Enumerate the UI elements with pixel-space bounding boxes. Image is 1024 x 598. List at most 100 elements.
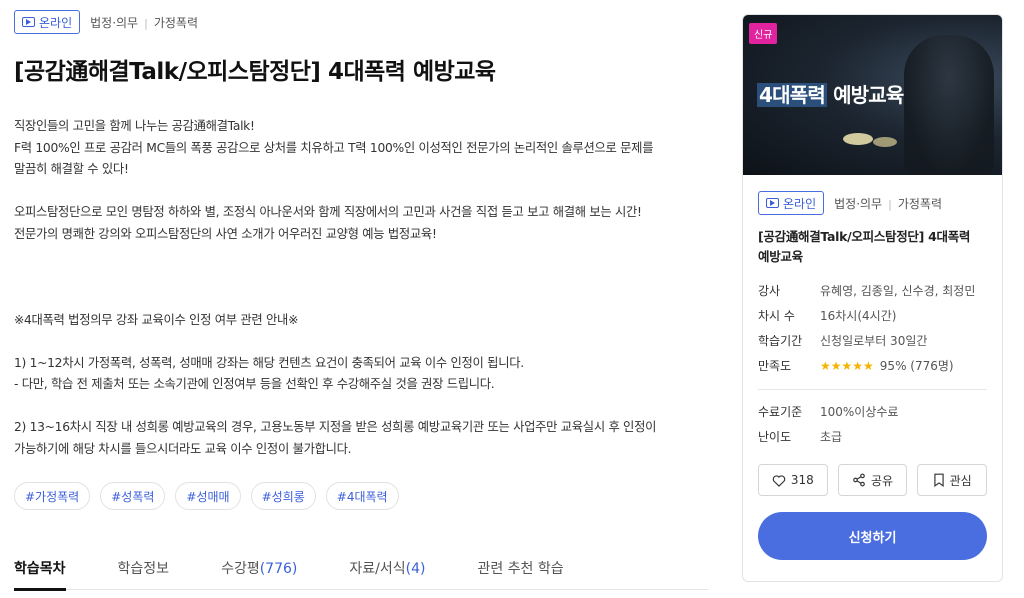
share-button[interactable]: 공유 — [837, 464, 908, 496]
satisfaction-value: 95% (776명) — [879, 359, 954, 373]
share-label: 공유 — [870, 473, 894, 488]
description-line: F력 100%인 프로 공감러 MC들의 폭풍 공감으로 상처를 치유하고 T력… — [14, 140, 654, 155]
detail-tabs: 학습목차 학습정보 수강평(776) 자료/서식(4) 관련 추천 학습 — [14, 548, 708, 591]
breadcrumb-subcategory[interactable]: 가정폭력 — [154, 16, 198, 30]
breadcrumb: 법정·의무 | 가정폭력 — [90, 14, 198, 31]
tag-chip[interactable]: #가정폭력 — [14, 482, 91, 510]
course-meta: 온라인 법정·의무 | 가정폭력 — [14, 10, 198, 34]
tab-label: 자료/서식 — [349, 561, 406, 577]
info-row-satisfaction: 만족도 ★★★★★ 95% (776명) — [758, 354, 987, 379]
info-value: 16차시(4시간) — [820, 309, 897, 323]
info-value: 100%이상수료 — [820, 405, 899, 419]
breadcrumb-subcategory: 가정폭력 — [897, 196, 942, 211]
online-badge-label: 온라인 — [783, 196, 817, 211]
card-body: 온라인 법정·의무 | 가정폭력 [공감通해결Talk/오피스탐정단] 4대폭력 예… — [743, 191, 1002, 560]
info-row-instructor: 강사 유혜영, 김종일, 신수경, 최정민 — [758, 279, 987, 304]
info-value: ★★★★★ 95% (776명) — [820, 354, 954, 379]
bookmark-button[interactable]: 관심 — [917, 464, 988, 496]
play-icon — [766, 198, 779, 208]
tab-label: 관련 추천 학습 — [477, 561, 564, 577]
tab-count: (4) — [405, 561, 426, 577]
card-title: [공감通해결Talk/오피스탐정단] 4대폭력 예방교육 — [758, 227, 987, 267]
info-row-difficulty: 난이도 초급 — [758, 425, 987, 450]
info-value: 유혜영, 김종일, 신수경, 최정민 — [820, 284, 976, 298]
breadcrumb-separator: | — [144, 16, 148, 30]
tag-list: #가정폭력 #성폭력 #성매매 #성희롱 #4대폭력 — [14, 482, 399, 510]
tag-chip[interactable]: #성폭력 — [100, 482, 166, 510]
tab-materials[interactable]: 자료/서식(4) — [349, 548, 425, 590]
online-badge-label: 온라인 — [39, 15, 73, 30]
description-line: 오피스탐정단으로 모인 명탐정 하하와 별, 조정식 아나운서와 함께 직장에서… — [14, 205, 642, 219]
info-row-sessions: 차시 수 16차시(4시간) — [758, 304, 987, 329]
tag-chip[interactable]: #4대폭력 — [325, 482, 399, 510]
tab-related[interactable]: 관련 추천 학습 — [477, 548, 563, 590]
info-key: 차시 수 — [758, 309, 795, 323]
breadcrumb-separator: | — [888, 197, 892, 211]
heart-icon — [772, 474, 786, 487]
course-summary-card: 신규 4대폭력 예방교육 온라인 법정·의무 | 가정폭력 [공감通해결Talk/오… — [742, 14, 1003, 582]
thumbnail-figure — [904, 35, 994, 175]
tag-chip[interactable]: #성매매 — [175, 482, 241, 510]
bookmark-label: 관심 — [949, 473, 972, 488]
breadcrumb-category[interactable]: 법정·의무 — [90, 16, 138, 30]
tab-learning-info[interactable]: 학습정보 — [118, 548, 170, 590]
description-line: ※4대폭력 법정의무 강좌 교육이수 인정 여부 관련 안내※ — [14, 312, 299, 327]
info-row-completion: 수료기준 100%이상수료 — [758, 400, 987, 425]
course-info: 강사 유혜영, 김종일, 신수경, 최정민 차시 수 16차시(4시간) 학습기… — [758, 279, 987, 379]
description-line: 1) 1~12차시 가정폭력, 성폭력, 성매매 강좌는 해당 컨텐츠 요건이 … — [14, 355, 524, 370]
breadcrumb-category: 법정·의무 — [834, 196, 883, 211]
description-line: 가능하기에 해당 차시를 들으시더라도 교육 이수 인정이 불가합니다. — [14, 441, 352, 456]
tab-label: 수강평 — [221, 561, 260, 577]
thumbnail-light — [843, 133, 873, 145]
description-line: 전문가의 명쾌한 강의와 오피스탐정단의 사연 소개가 어우러진 교양형 예능 … — [14, 226, 437, 241]
description-line: 직장인들의 고민을 함께 나누는 공감通해결Talk! — [14, 119, 255, 133]
apply-button[interactable]: 신청하기 — [758, 512, 987, 560]
tab-count: (776) — [259, 561, 298, 577]
tab-label: 학습목차 — [14, 561, 66, 577]
thumbnail-title: 4대폭력 예방교육 — [757, 79, 904, 108]
info-key: 난이도 — [758, 430, 792, 444]
like-button[interactable]: 318 — [758, 464, 828, 496]
tab-reviews[interactable]: 수강평(776) — [221, 548, 297, 590]
description-line: 말끔히 해결할 수 있다! — [14, 162, 129, 176]
divider — [758, 389, 987, 390]
tab-curriculum[interactable]: 학습목차 — [14, 548, 66, 591]
info-key: 수료기준 — [758, 405, 803, 419]
online-badge: 온라인 — [758, 191, 825, 215]
info-key: 만족도 — [758, 359, 792, 373]
description-line: 2) 13~16차시 직장 내 성희롱 예방교육의 경우, 고용노동부 지정을 … — [14, 420, 657, 434]
bookmark-icon — [933, 473, 944, 487]
new-badge: 신규 — [749, 23, 778, 44]
thumbnail-title-rest: 예방교육 — [826, 83, 904, 107]
course-info-secondary: 수료기준 100%이상수료 난이도 초급 — [758, 400, 987, 450]
course-description: 직장인들의 고민을 함께 나누는 공감通해결Talk! F력 100%인 프로 … — [14, 116, 714, 460]
info-row-period: 학습기간 신청일로부터 30일간 — [758, 329, 987, 354]
like-count: 318 — [790, 473, 814, 487]
play-icon — [22, 17, 35, 27]
card-title-line: 예방교육 — [758, 249, 803, 264]
info-key: 강사 — [758, 284, 781, 298]
info-value: 초급 — [820, 430, 843, 444]
thumbnail-light — [873, 137, 897, 147]
description-line: - 다만, 학습 전 제출처 또는 소속기관에 인정여부 등을 선확인 후 수강… — [14, 377, 495, 391]
page-title: [공감通해결Talk/오피스탐정단] 4대폭력 예방교육 — [14, 59, 496, 85]
breadcrumb: 법정·의무 | 가정폭력 — [834, 195, 942, 212]
tab-label: 학습정보 — [117, 561, 170, 577]
course-thumbnail: 신규 4대폭력 예방교육 — [743, 15, 1002, 175]
card-title-line: [공감通해결Talk/오피스탐정단] 4대폭력 — [758, 229, 971, 244]
card-meta: 온라인 법정·의무 | 가정폭력 — [758, 191, 987, 215]
tag-chip[interactable]: #성희롱 — [250, 482, 316, 510]
card-actions: 318 공유 관심 — [758, 464, 988, 496]
share-icon — [853, 473, 865, 487]
star-rating-icon: ★★★★★ — [820, 359, 874, 373]
info-key: 학습기간 — [758, 334, 803, 348]
online-badge: 온라인 — [14, 10, 81, 34]
thumbnail-title-highlight: 4대폭력 — [757, 83, 827, 107]
info-value: 신청일로부터 30일간 — [820, 334, 928, 348]
